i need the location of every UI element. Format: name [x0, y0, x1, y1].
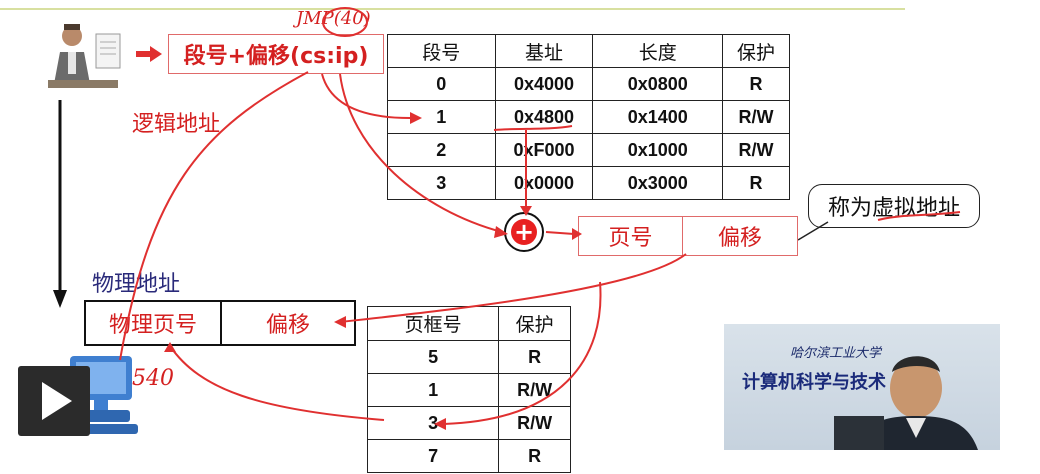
- arrow-page-to-table: [443, 281, 602, 425]
- arrow-to-plus: [339, 73, 503, 233]
- arrow-logical-to-computer: [119, 71, 309, 361]
- arrow-plus-to-virtual: [545, 231, 575, 235]
- arrowhead-row1: [410, 112, 422, 124]
- arrowhead-virtual: [572, 228, 582, 240]
- base-underline: [493, 125, 573, 131]
- callout-underline: [877, 211, 961, 221]
- lecturer-video: 哈尔滨工业大学 计算机科学与技术: [724, 324, 1000, 450]
- arrow-table-to-frame: [169, 345, 385, 421]
- arrowhead-physical: [334, 316, 346, 328]
- arrowhead-frame: [164, 342, 176, 352]
- arrowhead-table: [434, 418, 446, 430]
- lecturer-figure: [834, 356, 978, 450]
- arrowhead-base: [520, 206, 532, 216]
- arrow-to-row1: [321, 73, 411, 119]
- arrow-offset-to-physical: [339, 253, 687, 323]
- arrowhead-plus: [494, 226, 508, 238]
- jmp-circle: [322, 7, 368, 37]
